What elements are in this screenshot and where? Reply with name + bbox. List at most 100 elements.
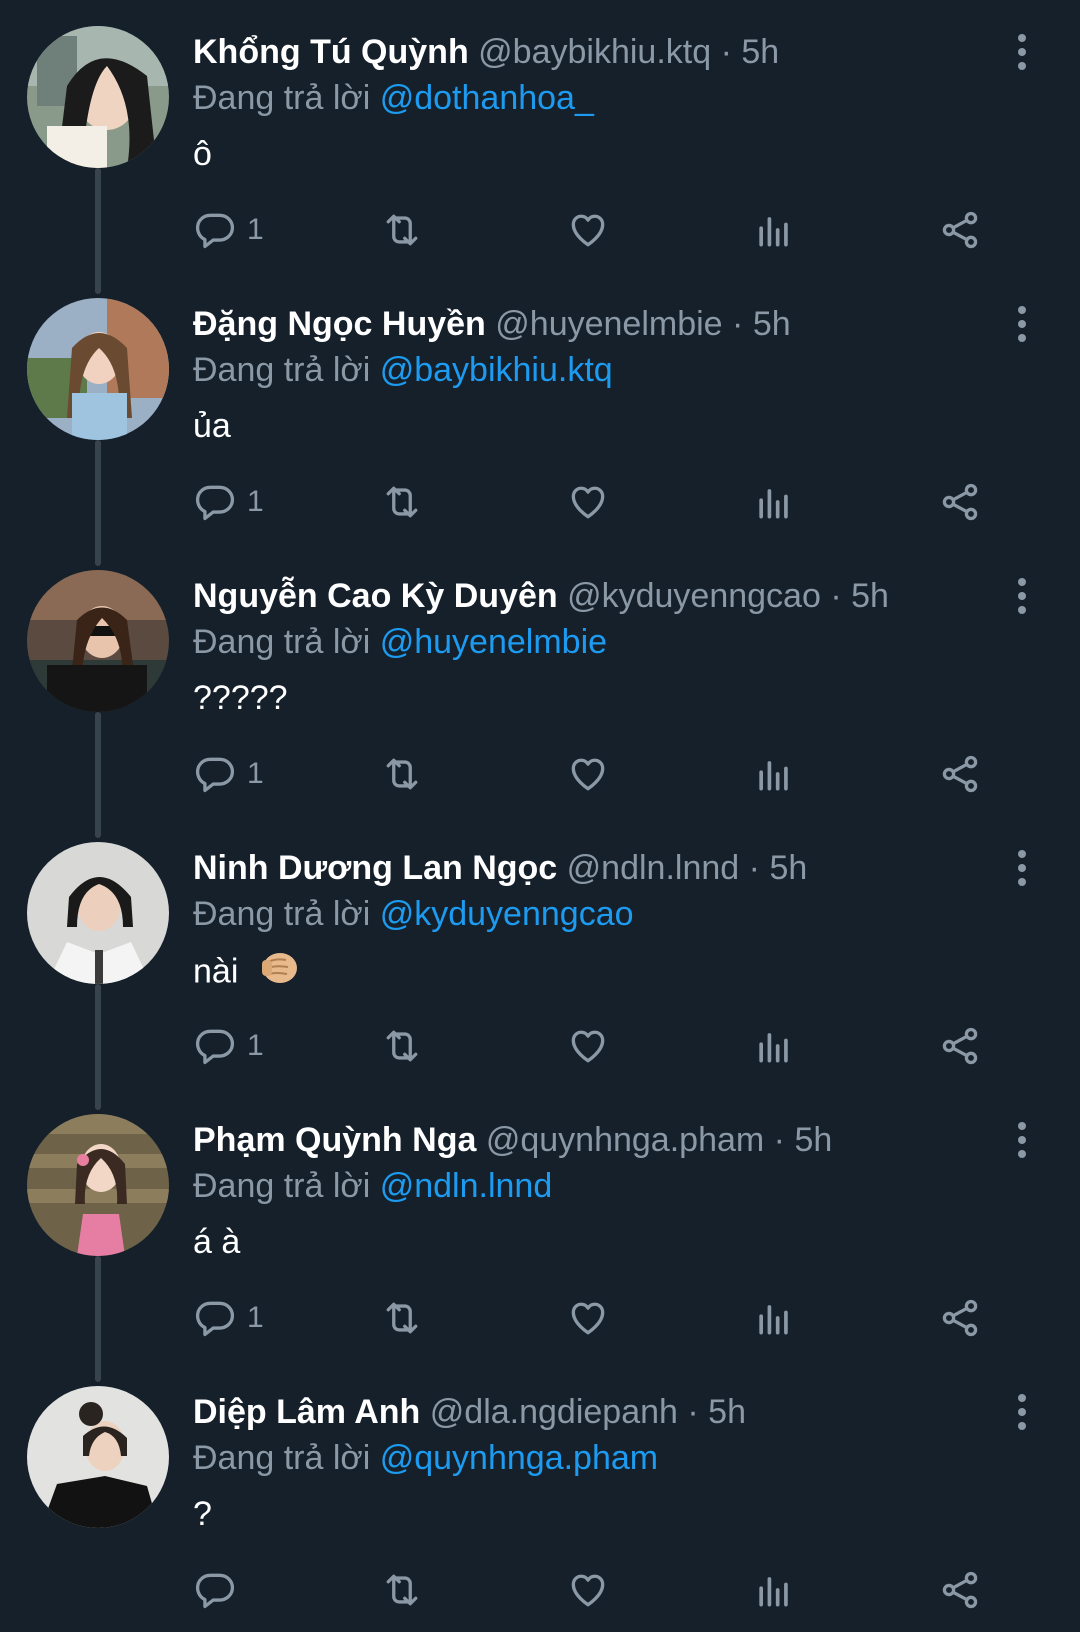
mention-link[interactable]: @quynhnga.pham bbox=[380, 1439, 658, 1477]
views-icon bbox=[759, 1305, 788, 1335]
avatar[interactable] bbox=[27, 842, 169, 984]
timestamp[interactable]: 5h bbox=[708, 1393, 746, 1431]
like-button[interactable] bbox=[566, 476, 610, 528]
share-button[interactable] bbox=[938, 1564, 982, 1616]
views-button[interactable] bbox=[752, 1564, 796, 1616]
display-name[interactable]: Ninh Dương Lan Ngọc bbox=[193, 849, 557, 887]
action-bar: 1 bbox=[0, 476, 1080, 528]
display-name[interactable]: Diệp Lâm Anh bbox=[193, 1393, 420, 1431]
timestamp[interactable]: 5h bbox=[794, 1121, 832, 1159]
retweet-icon bbox=[386, 758, 418, 790]
user-handle[interactable]: @ndln.lnnd bbox=[567, 849, 740, 887]
views-icon bbox=[759, 1033, 788, 1063]
views-button[interactable] bbox=[752, 476, 796, 528]
more-icon[interactable] bbox=[1006, 1390, 1038, 1434]
retweet-button[interactable] bbox=[380, 1292, 424, 1344]
tweet-header: Khổng Tú Quỳnh @baybikhiu.ktq · 5h bbox=[193, 28, 779, 76]
action-bar bbox=[0, 1564, 1080, 1616]
like-button[interactable] bbox=[566, 748, 610, 800]
avatar[interactable] bbox=[27, 1386, 169, 1528]
display-name[interactable]: Khổng Tú Quỳnh bbox=[193, 33, 469, 71]
retweet-button[interactable] bbox=[380, 476, 424, 528]
views-button[interactable] bbox=[752, 1020, 796, 1072]
display-name[interactable]: Phạm Quỳnh Nga bbox=[193, 1121, 476, 1159]
reply-button[interactable]: 1 bbox=[193, 1292, 264, 1344]
more-icon[interactable] bbox=[1006, 574, 1038, 618]
tweet-item[interactable]: Nguyễn Cao Kỳ Duyên @kyduyenngcao · 5h Đ… bbox=[0, 544, 1080, 816]
tweet-item[interactable]: Phạm Quỳnh Nga @quynhnga.pham · 5h Đang … bbox=[0, 1088, 1080, 1360]
avatar[interactable] bbox=[27, 298, 169, 440]
timestamp[interactable]: 5h bbox=[741, 33, 779, 71]
tweet-item[interactable]: Khổng Tú Quỳnh @baybikhiu.ktq · 5h Đang … bbox=[0, 0, 1080, 272]
like-button[interactable] bbox=[566, 1564, 610, 1616]
action-bar: 1 bbox=[0, 1292, 1080, 1344]
views-button[interactable] bbox=[752, 1292, 796, 1344]
user-handle[interactable]: @huyenelmbie bbox=[495, 305, 722, 343]
share-button[interactable] bbox=[938, 1020, 982, 1072]
timestamp[interactable]: 5h bbox=[769, 849, 807, 887]
reply-count: 1 bbox=[247, 1301, 264, 1334]
tweet-item[interactable]: Ninh Dương Lan Ngọc @ndln.lnnd · 5h Đang… bbox=[0, 816, 1080, 1088]
timestamp[interactable]: 5h bbox=[851, 577, 889, 615]
user-handle[interactable]: @dla.ngdiepanh bbox=[430, 1393, 678, 1431]
display-name[interactable]: Nguyễn Cao Kỳ Duyên bbox=[193, 577, 558, 615]
reply-button[interactable]: 1 bbox=[193, 204, 264, 256]
retweet-button[interactable] bbox=[380, 204, 424, 256]
replying-prefix: Đang trả lời bbox=[193, 1167, 371, 1205]
reply-button[interactable]: 1 bbox=[193, 1020, 264, 1072]
more-icon[interactable] bbox=[1006, 846, 1038, 890]
more-icon[interactable] bbox=[1006, 302, 1038, 346]
user-handle[interactable]: @quynhnga.pham bbox=[486, 1121, 764, 1159]
like-icon bbox=[571, 1030, 605, 1063]
retweet-icon bbox=[386, 1302, 418, 1334]
mention-link[interactable]: @kyduyenngcao bbox=[380, 895, 634, 933]
timestamp[interactable]: 5h bbox=[753, 305, 791, 343]
retweet-button[interactable] bbox=[380, 1020, 424, 1072]
share-button[interactable] bbox=[938, 1292, 982, 1344]
tweet-text: ô bbox=[193, 135, 212, 173]
like-button[interactable] bbox=[566, 1292, 610, 1344]
like-button[interactable] bbox=[566, 1020, 610, 1072]
replying-prefix: Đang trả lời bbox=[193, 895, 371, 933]
tweet-item[interactable]: Đặng Ngọc Huyền @huyenelmbie · 5h Đang t… bbox=[0, 272, 1080, 544]
retweet-button[interactable] bbox=[380, 748, 424, 800]
share-button[interactable] bbox=[938, 476, 982, 528]
reply-button[interactable]: 1 bbox=[193, 476, 264, 528]
display-name[interactable]: Đặng Ngọc Huyền bbox=[193, 305, 486, 343]
avatar[interactable] bbox=[27, 570, 169, 712]
separator-dot: · bbox=[687, 1393, 699, 1431]
avatar[interactable] bbox=[27, 1114, 169, 1256]
share-icon bbox=[942, 211, 978, 249]
mention-link[interactable]: @huyenelmbie bbox=[380, 623, 607, 661]
retweet-button[interactable] bbox=[380, 1564, 424, 1616]
separator-dot: · bbox=[748, 849, 760, 887]
like-button[interactable] bbox=[566, 204, 610, 256]
user-handle[interactable]: @kyduyenngcao bbox=[567, 577, 821, 615]
user-handle[interactable]: @baybikhiu.ktq bbox=[478, 33, 711, 71]
tweet-header: Ninh Dương Lan Ngọc @ndln.lnnd · 5h bbox=[193, 844, 807, 892]
like-icon bbox=[571, 1574, 605, 1607]
reply-button[interactable]: 1 bbox=[193, 748, 264, 800]
more-icon[interactable] bbox=[1006, 1118, 1038, 1162]
tweet-header: Đặng Ngọc Huyền @huyenelmbie · 5h bbox=[193, 300, 791, 348]
share-button[interactable] bbox=[938, 748, 982, 800]
mention-link[interactable]: @ndln.lnnd bbox=[380, 1167, 553, 1205]
share-button[interactable] bbox=[938, 204, 982, 256]
mention-link[interactable]: @baybikhiu.ktq bbox=[380, 351, 613, 389]
views-button[interactable] bbox=[752, 204, 796, 256]
share-icon bbox=[942, 755, 978, 793]
mention-link[interactable]: @dothanhoa_ bbox=[380, 79, 594, 117]
tweet-text: nài bbox=[193, 952, 239, 991]
views-icon bbox=[759, 489, 788, 519]
reply-button[interactable] bbox=[193, 1564, 247, 1616]
tweet-item[interactable]: Diệp Lâm Anh @dla.ngdiepanh · 5h Đang tr… bbox=[0, 1360, 1080, 1632]
retweet-icon bbox=[386, 1030, 418, 1062]
views-icon bbox=[759, 217, 788, 247]
like-icon bbox=[571, 486, 605, 519]
avatar[interactable] bbox=[27, 26, 169, 168]
separator-dot: · bbox=[830, 577, 842, 615]
replying-to: Đang trả lời @quynhnga.pham bbox=[193, 1434, 658, 1482]
views-button[interactable] bbox=[752, 748, 796, 800]
more-icon[interactable] bbox=[1006, 30, 1038, 74]
like-icon bbox=[571, 758, 605, 791]
